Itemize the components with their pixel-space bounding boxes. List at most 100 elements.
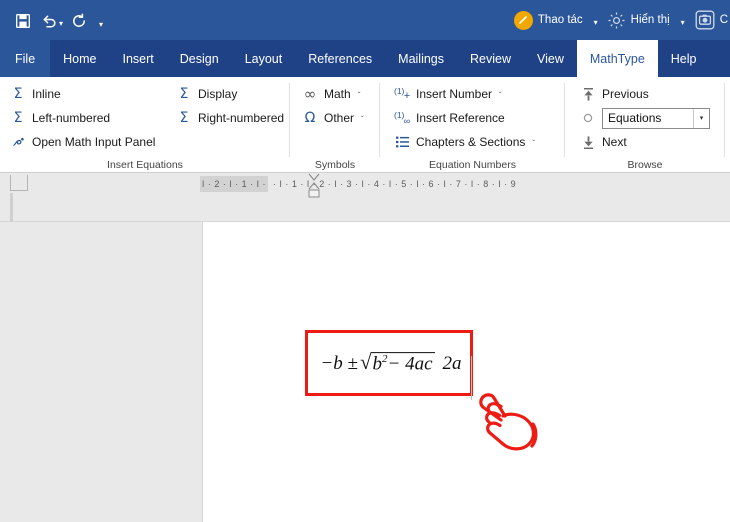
ribbon-group-browse: Previous Equations ▾ Next Browse [565, 77, 725, 173]
button-right-numbered[interactable]: Σ Right-numbered [170, 106, 290, 130]
group-separator [724, 83, 725, 157]
omega-icon: Ω [304, 110, 316, 126]
button-next-equation[interactable]: Next [574, 130, 725, 154]
sigma-inline-icon: Σ [13, 86, 23, 102]
tab-file-label: File [15, 51, 36, 66]
button-chapters-sections[interactable]: Chapters & Sections ˇ [388, 130, 565, 154]
tab-references-label: References [308, 51, 373, 66]
word-application-window: ▾ ▾ Thao tác ▾ Hiển thị ▾ C File Home In… [0, 0, 730, 522]
other-symbols-caret-icon[interactable]: ˇ [361, 112, 364, 124]
tab-help-label: Help [670, 51, 697, 66]
button-previous-equation[interactable]: Previous [574, 82, 725, 106]
insert-number-caret-icon[interactable]: ˇ [499, 88, 502, 100]
numerator-lead: −b ± [320, 353, 358, 375]
radicand-base: b [372, 353, 383, 375]
indent-markers[interactable] [307, 173, 321, 207]
quick-access-toolbar: ▾ ▾ [10, 9, 110, 33]
radicand-tail: − 4ac [387, 353, 433, 375]
pointing-hand-icon [477, 392, 545, 454]
tab-insert[interactable]: Insert [110, 40, 167, 77]
infinity-icon: ∞ [303, 84, 317, 103]
tab-review-label: Review [470, 51, 512, 66]
tab-view[interactable]: View [524, 40, 577, 77]
redo-icon[interactable] [66, 9, 92, 33]
tab-home[interactable]: Home [50, 40, 109, 77]
button-chapters-sections-label: Chapters & Sections [416, 135, 526, 149]
tab-home-label: Home [63, 51, 97, 66]
button-math-symbols-label: Math [324, 87, 351, 101]
customize-quick-access-toolbar-icon[interactable]: ▾ [92, 9, 110, 33]
arrow-up-icon [580, 86, 596, 102]
text-cursor [471, 356, 472, 401]
button-other-symbols-label: Other [324, 111, 355, 125]
chapters-sections-caret-icon[interactable]: ˇ [532, 136, 535, 148]
tab-design-label: Design [179, 51, 219, 66]
tab-insert-label: Insert [122, 51, 154, 66]
button-other-symbols[interactable]: Ω Other ˇ [296, 106, 380, 130]
ribbon: Σ Inline Σ Left-numbered Open Math Input… [0, 77, 730, 173]
horizontal-ruler[interactable]: ǀ · 2 · ǀ · 1 · ǀ · · ǀ · 1 · ǀ · 2 · ǀ … [200, 176, 730, 192]
camera-label: C [719, 14, 728, 26]
group-label-insert-equations: Insert Equations [107, 159, 183, 171]
tab-stop-selector[interactable] [10, 175, 28, 191]
tab-mailings[interactable]: Mailings [385, 40, 457, 77]
button-left-numbered-label: Left-numbered [32, 111, 111, 125]
browse-target-dropdown-arrow-icon[interactable]: ▾ [693, 108, 709, 128]
ruler-area: ǀ · 2 · ǀ · 1 · ǀ · · ǀ · 1 · ǀ · 2 · ǀ … [0, 173, 730, 333]
hien-thi-button[interactable]: Hiển thị [605, 0, 672, 40]
button-display[interactable]: Σ Display [170, 82, 290, 106]
thao-tac-caret-icon[interactable]: ▾ [594, 14, 598, 27]
button-math-symbols[interactable]: ∞ Math ˇ [296, 82, 380, 106]
thao-tac-label: Thao tác [537, 14, 583, 26]
sigma-display-icon: Σ [179, 86, 189, 102]
button-open-math-input-panel-label: Open Math Input Panel [32, 135, 156, 149]
browse-target-row: Equations ▾ [574, 106, 725, 130]
ruler-left-margin-marks: ǀ · 2 · ǀ · 1 · ǀ · [200, 176, 269, 192]
tab-view-label: View [537, 51, 564, 66]
ribbon-group-equation-numbers: (1) + Insert Number ˇ (1) ∞ Insert Referen… [380, 77, 565, 173]
tab-file[interactable]: File [0, 40, 51, 77]
browse-target-value: Equations [608, 111, 662, 125]
browse-target-combobox[interactable]: Equations ▾ [602, 107, 710, 129]
fraction-denominator: 2a [442, 353, 462, 375]
circle-icon [580, 110, 596, 126]
button-previous-equation-label: Previous [602, 87, 649, 101]
save-icon[interactable] [10, 9, 36, 33]
ribbon-group-insert-equations: Σ Inline Σ Left-numbered Open Math Input… [0, 77, 290, 173]
title-bar: ▾ ▾ Thao tác ▾ Hiển thị ▾ C [0, 0, 730, 40]
thao-tac-button[interactable]: Thao tác [512, 0, 585, 40]
button-inline-label: Inline [32, 87, 61, 101]
ruler-body-marks: · ǀ · 1 · ǀ · 2 · ǀ · 3 · ǀ · 4 · ǀ · 5 … [273, 179, 517, 189]
button-inline[interactable]: Σ Inline [4, 82, 170, 106]
button-left-numbered[interactable]: Σ Left-numbered [4, 106, 170, 130]
button-insert-reference[interactable]: (1) ∞ Insert Reference [388, 106, 565, 130]
tab-review[interactable]: Review [457, 40, 524, 77]
tab-layout[interactable]: Layout [232, 40, 296, 77]
button-open-math-input-panel[interactable]: Open Math Input Panel [4, 130, 170, 154]
equation-highlight-box[interactable]: −b ±√b2− 4ac 2a [305, 330, 473, 401]
button-right-numbered-label: Right-numbered [198, 111, 285, 125]
chapters-sections-icon [394, 134, 410, 150]
sigma-right-numbered-icon: Σ [179, 110, 189, 126]
undo-dropdown-chevron-icon[interactable]: ▾ [59, 15, 63, 28]
insert-number-icon: (1) + [394, 86, 410, 102]
camera-button[interactable]: C [692, 0, 728, 40]
group-label-browse: Browse [627, 159, 663, 171]
ribbon-tab-strip: File Home Insert Design Layout Reference… [0, 40, 730, 77]
tab-references[interactable]: References [295, 40, 385, 77]
radicand: b2− 4ac [370, 351, 435, 375]
group-label-symbols: Symbols [314, 159, 356, 171]
button-insert-number[interactable]: (1) + Insert Number ˇ [388, 82, 565, 106]
tab-mailings-label: Mailings [398, 51, 445, 66]
hien-thi-caret-icon[interactable]: ▾ [681, 14, 685, 27]
pen-icon [513, 10, 533, 30]
math-input-panel-icon [10, 134, 26, 150]
button-next-equation-label: Next [602, 135, 627, 149]
tab-design[interactable]: Design [167, 40, 232, 77]
gear-icon [607, 11, 626, 30]
quadratic-formula-equation[interactable]: −b ±√b2− 4ac 2a [308, 350, 472, 401]
math-symbols-caret-icon[interactable]: ˇ [358, 88, 361, 100]
tab-help[interactable]: Help [658, 40, 710, 77]
tab-mathtype[interactable]: MathType [576, 40, 658, 77]
button-insert-reference-label: Insert Reference [416, 111, 505, 125]
